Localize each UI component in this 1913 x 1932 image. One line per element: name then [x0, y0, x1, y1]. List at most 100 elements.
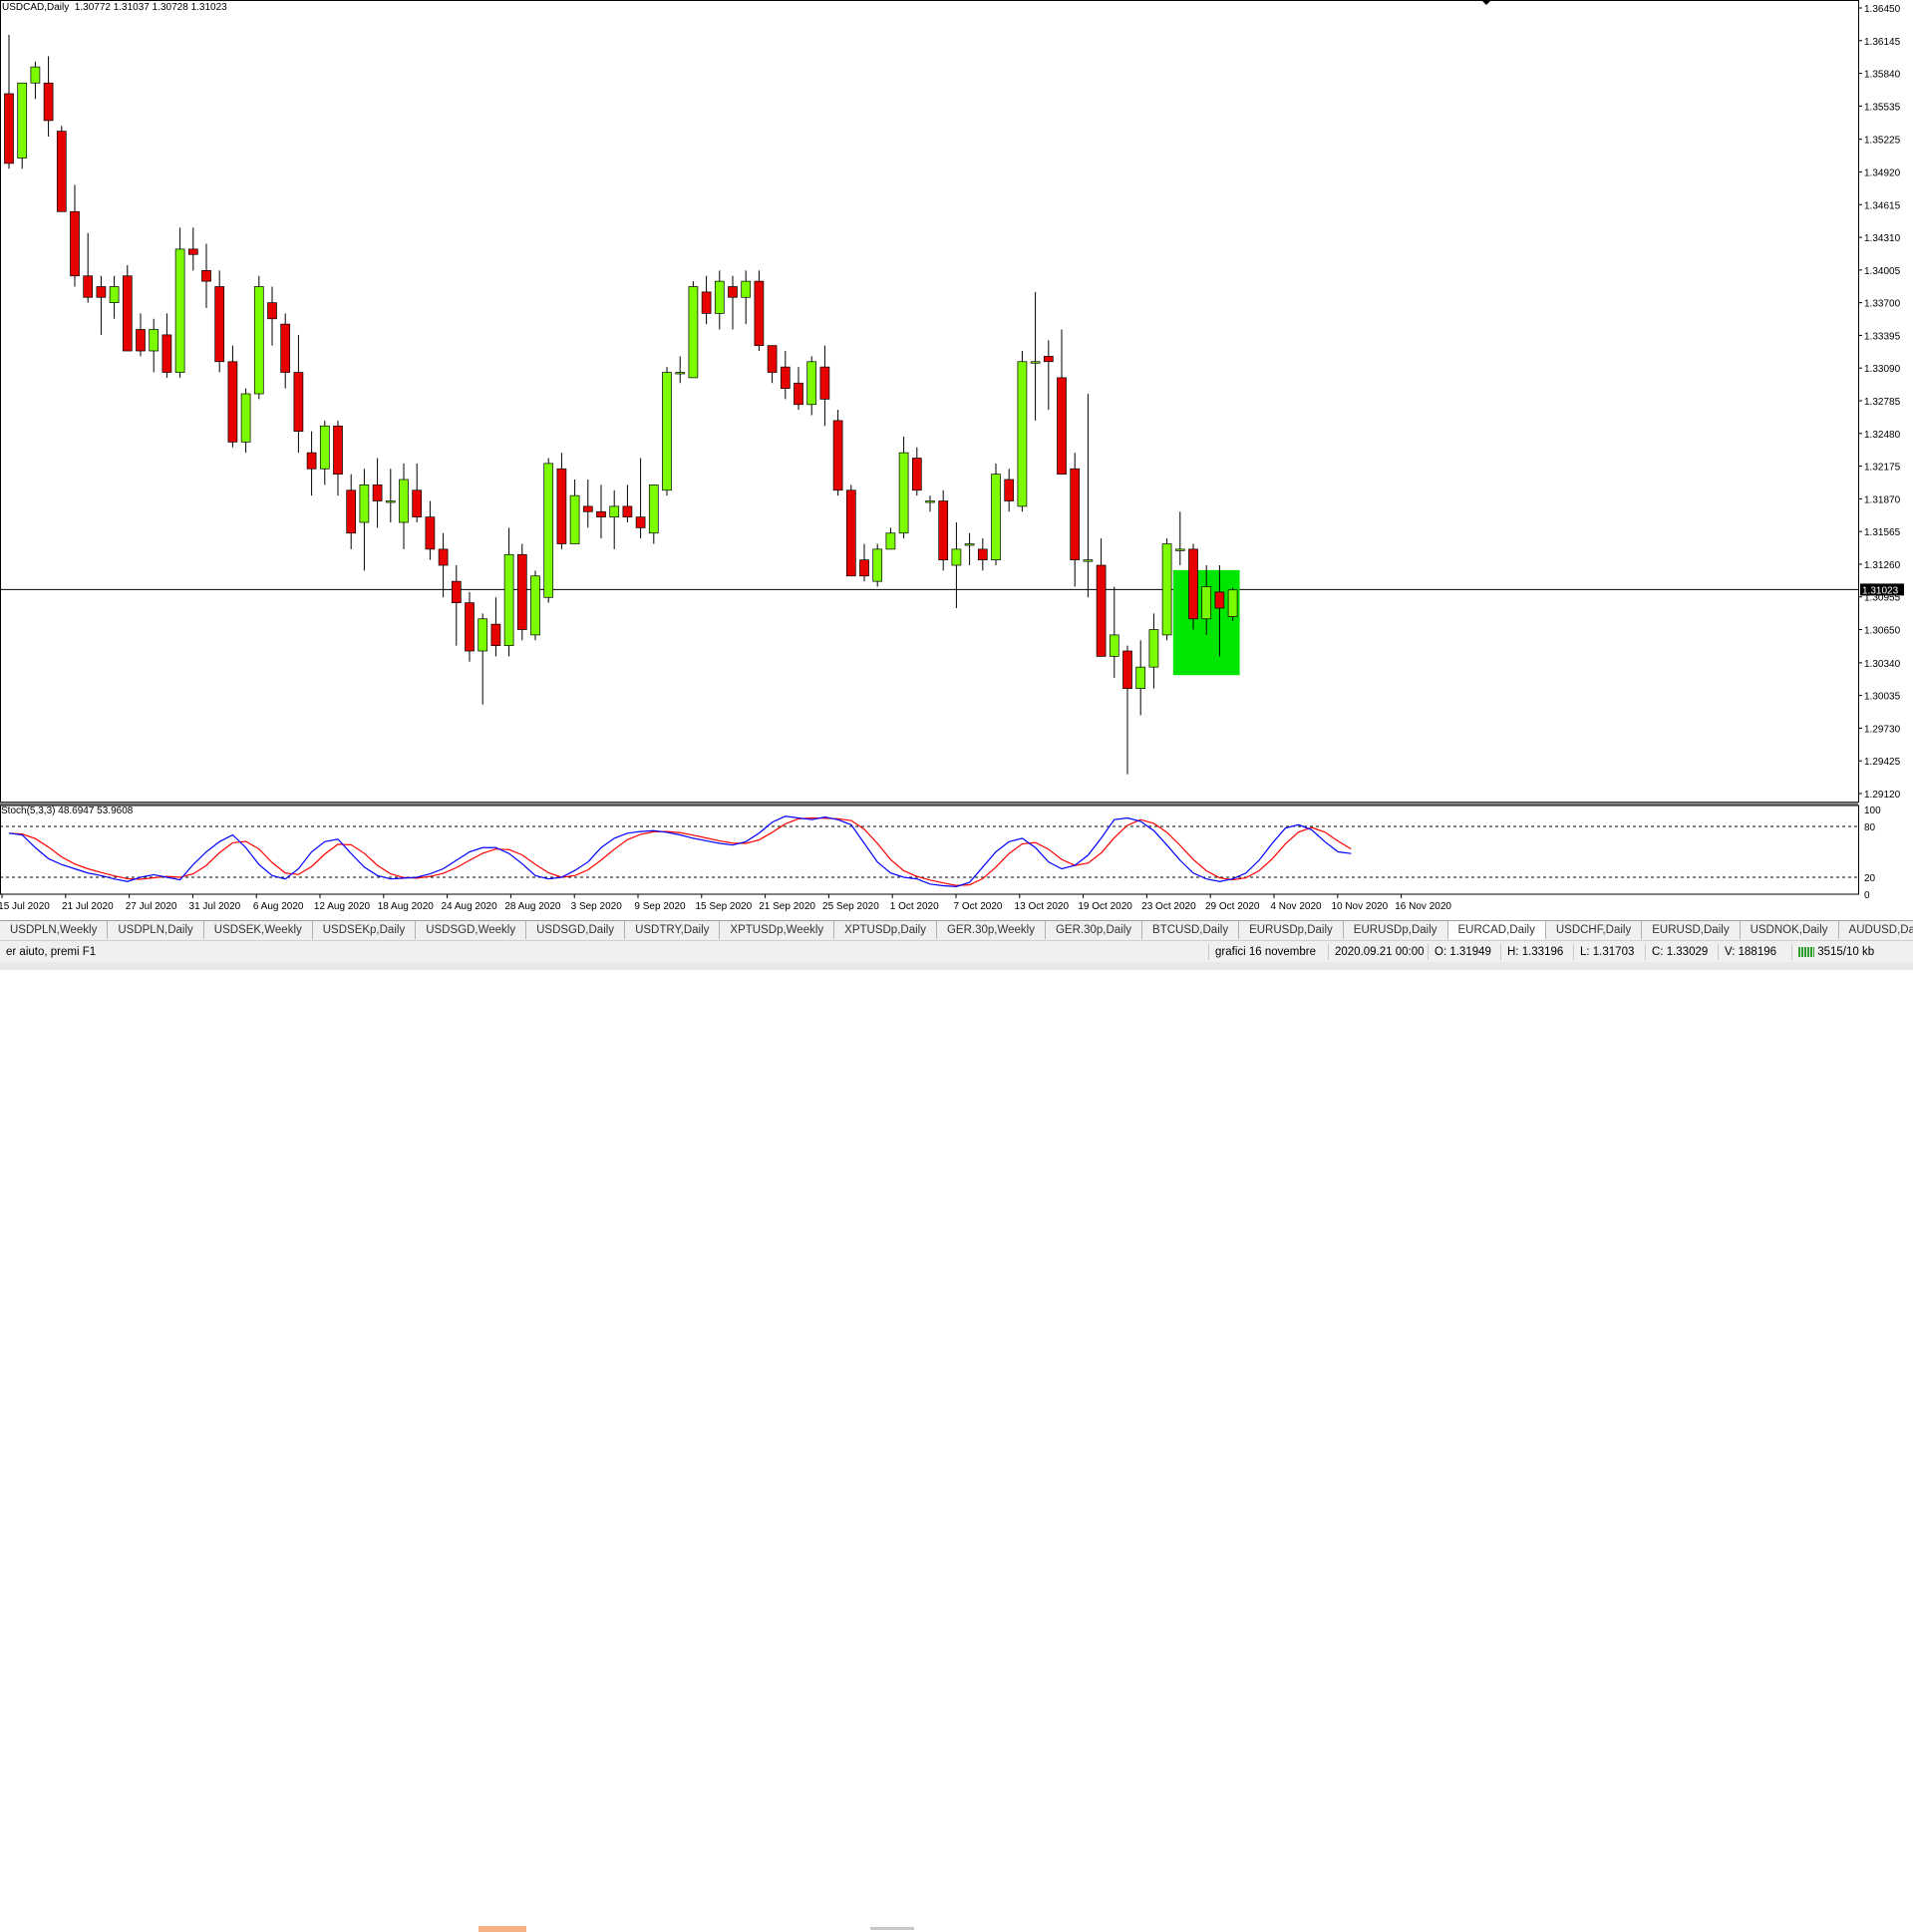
date-tick-label: 27 Jul 2020	[126, 901, 177, 912]
symbol-tab-bar: USDPLN,Weekly USDPLN,Daily USDSEK,Weekly US…	[0, 920, 1913, 940]
price-tick-label: 1.29425	[1864, 757, 1901, 768]
candle-body	[490, 623, 501, 646]
candle-body	[885, 532, 896, 550]
candle-body	[319, 425, 330, 470]
candle-body	[622, 505, 633, 517]
candle-body	[635, 516, 646, 528]
symbol-tab[interactable]: EURUSDp,Daily	[1344, 921, 1448, 939]
candle-body	[569, 494, 580, 544]
candle-body	[451, 580, 462, 603]
price-pane-frame	[0, 0, 1859, 803]
candle-body	[17, 82, 28, 159]
candle-body	[767, 345, 778, 373]
symbol-tab[interactable]: GER.30p,Daily	[1046, 921, 1143, 939]
candle-body	[1188, 548, 1198, 620]
candle-body	[806, 361, 817, 406]
symbol-tab[interactable]: EURUSD,Daily	[1642, 921, 1741, 939]
candle-body	[333, 425, 343, 475]
date-tick-label: 23 Oct 2020	[1141, 901, 1196, 912]
chart-canvas[interactable]: 1.36450 1.36145 1.35840 1.35535 1.35225 1.349…	[0, 0, 1913, 920]
shift-marker-icon	[1482, 1, 1490, 5]
candle-body	[1096, 564, 1107, 657]
symbol-tab[interactable]: XPTUSDp,Daily	[834, 921, 937, 939]
symbol-tab[interactable]: BTCUSD,Daily	[1142, 921, 1240, 939]
price-tick-label: 1.34615	[1864, 200, 1901, 211]
symbol-tab[interactable]: USDPLN,Daily	[108, 921, 204, 939]
symbol-tab[interactable]: USDSGD,Weekly	[416, 921, 527, 939]
date-tick-label: 4 Nov 2020	[1270, 901, 1322, 912]
date-tick-label: 25 Sep 2020	[822, 901, 879, 912]
symbol-tab[interactable]: EURCAD,Daily	[1447, 921, 1546, 939]
symbol-tab[interactable]: USDCHF,Daily	[1546, 921, 1643, 939]
candle-body	[977, 548, 988, 560]
candle-body	[174, 248, 185, 373]
candle-body	[503, 553, 514, 646]
candle-body	[478, 618, 488, 652]
stoch-level-label: 0	[1864, 890, 1870, 901]
price-tick-label: 1.34310	[1864, 233, 1901, 244]
candle-body	[675, 372, 686, 375]
date-tick-label: 15 Sep 2020	[695, 901, 752, 912]
candle-body	[372, 484, 383, 501]
candle-body	[516, 553, 527, 630]
symbol-tab[interactable]: XPTUSDp,Weekly	[720, 921, 835, 939]
candle-body	[30, 66, 41, 84]
candle-body	[688, 286, 699, 379]
status-traffic: 3515/10 kb	[1791, 944, 1880, 960]
candle-body	[1004, 479, 1015, 501]
candle-body	[754, 280, 765, 346]
symbol-tab[interactable]: EURUSDp,Daily	[1239, 921, 1344, 939]
candle-body	[149, 329, 159, 352]
candle-body	[714, 280, 725, 314]
date-tick-label: 28 Aug 2020	[504, 901, 561, 912]
candle-body	[832, 420, 843, 491]
status-traffic-label: 3515/10 kb	[1817, 946, 1875, 958]
candle-body	[359, 484, 370, 523]
date-tick-label: 10 Nov 2020	[1331, 901, 1388, 912]
candle-body	[1070, 468, 1081, 560]
candle-body	[201, 270, 211, 282]
status-open: O: 1.31949	[1428, 944, 1497, 960]
price-tick-label: 1.34920	[1864, 167, 1901, 178]
date-tick-label: 18 Aug 2020	[378, 901, 435, 912]
candle-body	[648, 484, 659, 534]
symbol-tab[interactable]: USDNOK,Daily	[1741, 921, 1839, 939]
candle-body	[280, 323, 291, 373]
candle-body	[1148, 629, 1159, 668]
chart-symbol-info: USDCAD,Daily 1.30772 1.31037 1.30728 1.3…	[2, 2, 227, 13]
candle-body	[609, 505, 620, 517]
symbol-tab[interactable]: USDSGD,Daily	[526, 921, 626, 939]
candle-body	[701, 291, 712, 314]
date-tick-label: 13 Oct 2020	[1015, 901, 1070, 912]
symbol-tab[interactable]: USDSEK,Weekly	[204, 921, 313, 939]
candle-body	[1057, 377, 1067, 475]
candle-body	[1214, 591, 1225, 609]
symbol-tab[interactable]: USDPLN,Weekly	[0, 921, 109, 939]
candle-body	[780, 366, 791, 389]
symbol-tab[interactable]: USDSEKp,Daily	[313, 921, 417, 939]
candle-body	[938, 500, 949, 560]
price-chart[interactable]: 1.36450 1.36145 1.35840 1.35535 1.35225 1.349…	[0, 0, 1913, 929]
symbol-tab[interactable]: GER.30p,Weekly	[937, 921, 1046, 939]
candle-body	[1017, 361, 1028, 507]
price-tick-label: 1.30650	[1864, 626, 1901, 637]
date-tick-label: 31 Jul 2020	[189, 901, 241, 912]
price-tick-label: 1.30340	[1864, 659, 1901, 670]
price-tick-label: 1.36450	[1864, 4, 1901, 15]
symbol-tab[interactable]: AUDUSD,Da	[1839, 921, 1913, 939]
symbol-tab[interactable]: USDTRY,Daily	[625, 921, 721, 939]
price-tick-label: 1.30035	[1864, 692, 1901, 703]
price-tick-label: 1.29730	[1864, 724, 1901, 735]
candle-body	[253, 286, 264, 395]
candle-body	[741, 280, 752, 298]
status-high: H: 1.33196	[1500, 944, 1569, 960]
candle-body	[911, 458, 922, 491]
candle-body	[582, 505, 593, 512]
candle-body	[267, 302, 277, 320]
candle-body	[556, 468, 567, 544]
candle-body	[346, 489, 357, 534]
candle-body	[227, 361, 238, 443]
candle-body	[543, 463, 554, 598]
status-datetime: 2020.09.21 00:00	[1328, 944, 1431, 960]
candle-body	[240, 393, 251, 443]
